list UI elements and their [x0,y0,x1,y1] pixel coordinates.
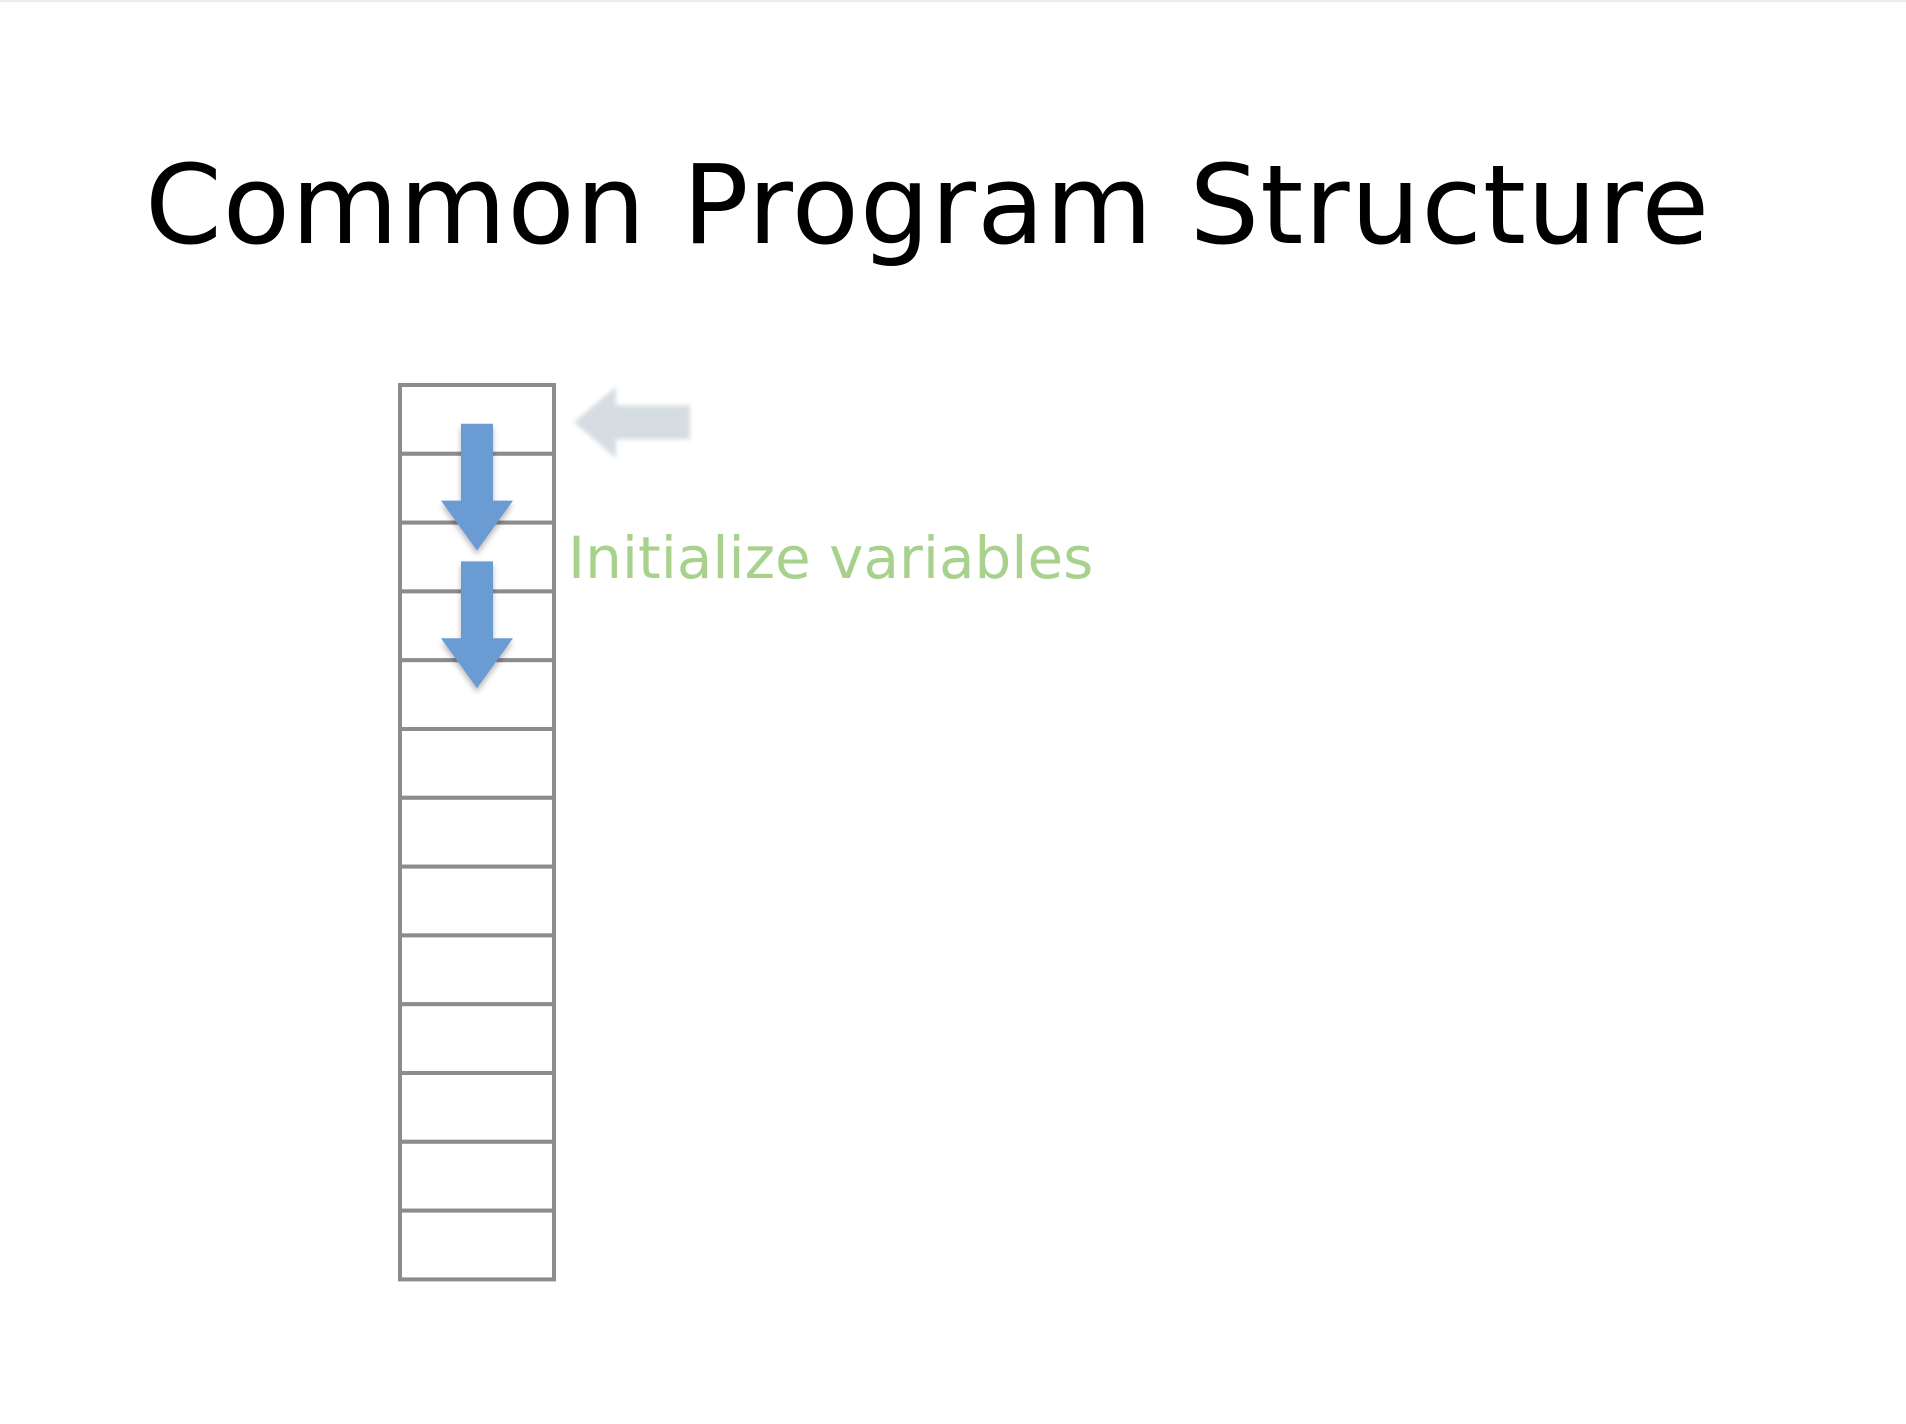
memory-cell [398,1208,556,1282]
memory-cell [398,1139,556,1213]
memory-cell [398,933,556,1007]
step-annotation: Initialize variables [568,524,1094,592]
memory-diagram [398,383,690,1282]
arrow-left-icon [574,386,690,459]
memory-cell [398,1071,556,1144]
pointer-group [574,386,690,459]
slide: Common Program Structure Initialize vari… [0,0,1906,1424]
memory-cell [398,795,556,869]
memory-cell [398,1002,556,1076]
memory-cell [398,864,556,938]
memory-cell [398,727,556,800]
